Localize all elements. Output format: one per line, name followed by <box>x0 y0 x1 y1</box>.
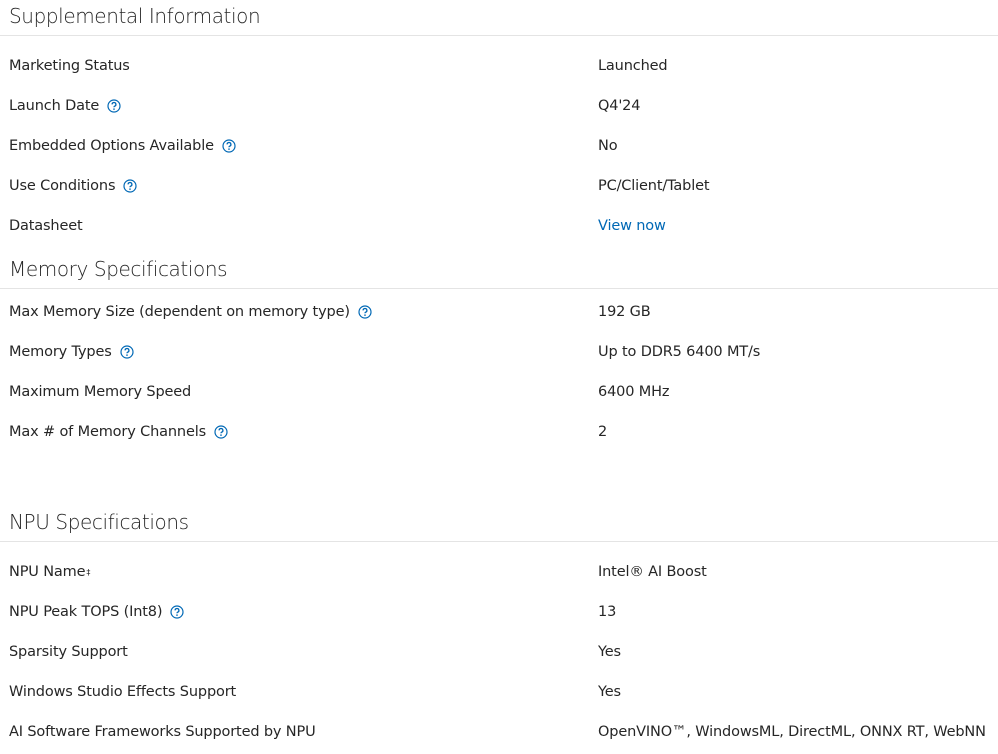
question-circle-icon[interactable] <box>120 345 134 359</box>
datasheet-view-now-link[interactable]: View now <box>598 218 666 234</box>
spec-label: Maximum Memory Speed <box>9 384 192 400</box>
spec-label-cell: Maximum Memory Speed <box>0 384 598 400</box>
spec-value: PC/Client/Tablet <box>598 178 710 194</box>
spec-label: Launch Date <box>9 98 100 114</box>
spec-value: Yes <box>598 644 621 660</box>
question-circle-icon[interactable] <box>170 605 184 619</box>
spec-row-windows-studio-effects: Windows Studio Effects Support Yes <box>0 672 998 712</box>
spec-label-cell: NPU Name ‡ <box>0 564 598 580</box>
spec-label: AI Software Frameworks Supported by NPU <box>9 724 316 740</box>
spec-label-cell: NPU Peak TOPS (Int8) <box>0 604 598 620</box>
question-circle-icon[interactable] <box>222 139 236 153</box>
spec-value: 192 GB <box>598 304 651 320</box>
spec-row-memory-channels: Max # of Memory Channels 2 <box>0 412 998 452</box>
spec-label: Datasheet <box>9 218 83 234</box>
spec-row-datasheet: Datasheet View now <box>0 206 998 246</box>
spec-label: Max Memory Size (dependent on memory typ… <box>9 304 350 320</box>
spec-label-cell: Max # of Memory Channels <box>0 424 598 440</box>
spec-label-cell: Embedded Options Available <box>0 138 598 154</box>
spec-label: Memory Types <box>9 344 112 360</box>
section-title: NPU Specifications <box>0 506 998 542</box>
spec-row-embedded-options: Embedded Options Available No <box>0 126 998 166</box>
question-circle-icon[interactable] <box>107 99 121 113</box>
spec-value: Intel® AI Boost <box>598 564 707 580</box>
spec-label-cell: Max Memory Size (dependent on memory typ… <box>0 304 598 320</box>
spec-row-ai-frameworks: AI Software Frameworks Supported by NPU … <box>0 712 998 752</box>
spec-row-max-memory-speed: Maximum Memory Speed 6400 MHz <box>0 372 998 412</box>
spec-value: Up to DDR5 6400 MT/s <box>598 344 761 360</box>
spec-row-max-memory-size: Max Memory Size (dependent on memory typ… <box>0 292 998 332</box>
npu-specifications-section: NPU Specifications NPU Name ‡ Intel® AI B… <box>0 506 998 752</box>
spec-label: NPU Peak TOPS (Int8) <box>9 604 163 620</box>
question-circle-icon[interactable] <box>214 425 228 439</box>
spec-value: 13 <box>598 604 617 620</box>
spec-value: OpenVINO™, WindowsML, DirectML, ONNX RT,… <box>598 724 986 740</box>
supplemental-information-section: Supplemental Information Marketing Statu… <box>0 0 998 253</box>
spec-row-launch-date: Launch Date Q4'24 <box>0 86 998 126</box>
spec-label: Max # of Memory Channels <box>9 424 206 440</box>
spec-value-cell: View now <box>598 218 998 234</box>
footnote-mark: ‡ <box>86 567 91 577</box>
spec-label-cell: Launch Date <box>0 98 598 114</box>
spec-label: Windows Studio Effects Support <box>9 684 237 700</box>
spec-row-npu-name: NPU Name ‡ Intel® AI Boost <box>0 552 998 592</box>
spec-value: No <box>598 138 618 154</box>
memory-specifications-section: Memory Specifications Max Memory Size (d… <box>0 253 998 506</box>
spec-label-cell: Datasheet <box>0 218 598 234</box>
spec-value: 2 <box>598 424 608 440</box>
spec-value: Yes <box>598 684 621 700</box>
spec-label: Marketing Status <box>9 58 130 74</box>
section-title: Memory Specifications <box>0 253 998 289</box>
spec-label: Embedded Options Available <box>9 138 214 154</box>
spec-row-use-conditions: Use Conditions PC/Client/Tablet <box>0 166 998 206</box>
question-circle-icon[interactable] <box>123 179 137 193</box>
spec-row-sparsity-support: Sparsity Support Yes <box>0 632 998 672</box>
spec-label-cell: Use Conditions <box>0 178 598 194</box>
section-title: Supplemental Information <box>0 0 998 36</box>
spec-value: Q4'24 <box>598 98 641 114</box>
spec-label-cell: Sparsity Support <box>0 644 598 660</box>
spec-list: Marketing Status Launched Launch Date Q4… <box>0 36 998 246</box>
spec-value: Launched <box>598 58 668 74</box>
spec-list: Max Memory Size (dependent on memory typ… <box>0 289 998 452</box>
spec-label-cell: Marketing Status <box>0 58 598 74</box>
spec-list: NPU Name ‡ Intel® AI Boost NPU Peak TOPS … <box>0 542 998 752</box>
spec-label-cell: Memory Types <box>0 344 598 360</box>
spec-label: NPU Name <box>9 564 86 580</box>
spec-row-memory-types: Memory Types Up to DDR5 6400 MT/s <box>0 332 998 372</box>
spec-label: Use Conditions <box>9 178 116 194</box>
question-circle-icon[interactable] <box>358 305 372 319</box>
spec-value: 6400 MHz <box>598 384 670 400</box>
spec-row-marketing-status: Marketing Status Launched <box>0 46 998 86</box>
spec-label: Sparsity Support <box>9 644 128 660</box>
spec-row-npu-peak-tops: NPU Peak TOPS (Int8) 13 <box>0 592 998 632</box>
spec-label-cell: Windows Studio Effects Support <box>0 684 598 700</box>
spec-label-cell: AI Software Frameworks Supported by NPU <box>0 724 598 740</box>
